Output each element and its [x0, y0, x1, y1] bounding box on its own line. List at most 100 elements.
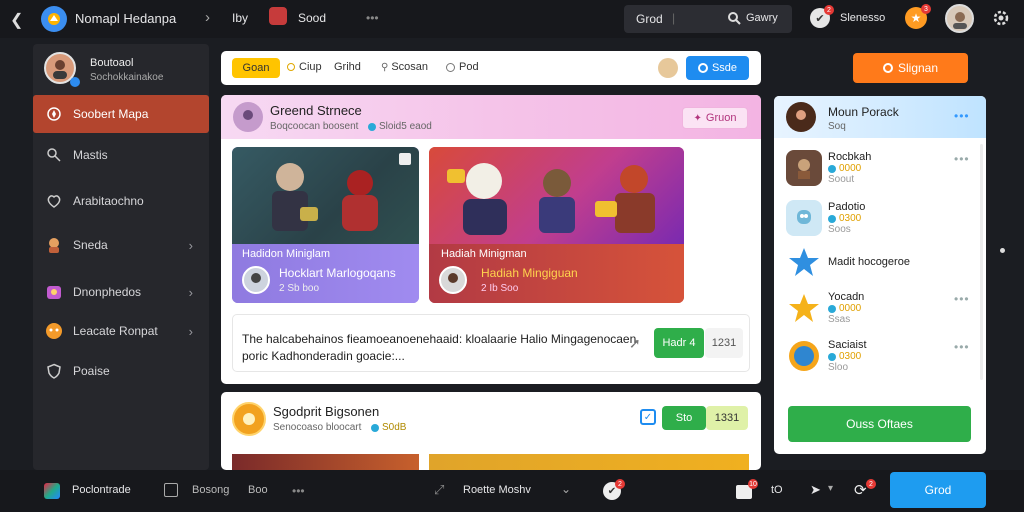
list-item-amount-value: 0300	[839, 351, 862, 362]
sidebar-item-dnonphedos[interactable]: Dnonphedos ›	[33, 273, 209, 311]
feed-card-2-title: Sgodprit Bigsonen	[273, 404, 380, 419]
chevron-down-icon[interactable]: ⌄	[561, 482, 571, 496]
game-card-avatar	[439, 265, 467, 294]
checkbox-icon[interactable]: ✓	[640, 409, 656, 425]
sidebar-item-soobert-mapa[interactable]: Soobert Mapa	[33, 95, 209, 133]
app-icon[interactable]	[44, 483, 60, 499]
right-panel-cta-button[interactable]: Ouss Oftaes	[788, 406, 971, 442]
blue-star-icon	[786, 244, 822, 280]
list-item-subtitle: Soos	[828, 224, 851, 235]
list-item[interactable]: Padotio 0300 Soos	[774, 194, 986, 242]
user-avatar[interactable]	[945, 4, 974, 33]
trophy-button[interactable]: ★ 3	[905, 4, 931, 29]
knight-icon	[786, 150, 822, 186]
breadcrumb-item-2[interactable]: Sood	[298, 11, 326, 25]
bottom-tab-2[interactable]: Boo	[248, 484, 268, 496]
more-icon[interactable]: •••	[954, 152, 970, 166]
refresh-badge: 2	[866, 479, 876, 489]
filter-bar: Goan Ciup Grihd ⚲ Scosan Pod Ssde	[221, 51, 761, 85]
more-icon[interactable]: •••	[292, 484, 305, 498]
feed-card-2-stat: S0dB	[371, 422, 406, 433]
search-input[interactable]: Gawry	[746, 12, 778, 24]
profile-subtitle: Sochokkainakoe	[90, 72, 164, 83]
pin-icon[interactable]: ➤	[810, 482, 821, 498]
chevron-down-icon[interactable]: ▾	[828, 483, 833, 494]
chevron-left-icon[interactable]: ❮	[10, 10, 23, 30]
sidebar-item-leacate-ronpat[interactable]: Leacate Ronpat ›	[33, 312, 209, 350]
chevron-right-icon: ›	[188, 284, 193, 300]
search-scope[interactable]: Grod	[636, 12, 663, 26]
bottom-tab-1[interactable]: Bosong	[192, 484, 229, 496]
notification-badge: 2	[824, 5, 834, 15]
feed-card-action[interactable]: ✦ Gruon	[682, 107, 748, 129]
search-box[interactable]: Grod | Gawry	[624, 5, 792, 33]
scrollbar[interactable]	[980, 144, 983, 380]
game-card-name: Hadiah Mingiguan	[481, 265, 578, 280]
game-thumbnail-icon	[269, 7, 287, 25]
bottom-center-label[interactable]: Roette Moshv	[463, 484, 531, 496]
notification-button[interactable]: ✔ 2	[810, 5, 834, 28]
sparkle-icon: ✦	[693, 112, 702, 124]
list-item-title: Padotio	[828, 201, 866, 213]
list-item[interactable]: Madit hocogeroe	[774, 240, 986, 284]
panel-avatar[interactable]	[786, 102, 816, 132]
sidebar-item-mastis[interactable]: Mastis	[33, 136, 209, 174]
filter-chip-grihd[interactable]: Grihd	[334, 61, 361, 73]
more-icon[interactable]: •••	[954, 340, 970, 354]
coin-icon	[828, 352, 836, 361]
primary-action-button[interactable]: Slignan	[853, 53, 968, 83]
filter-chip-ciup[interactable]: Ciup	[287, 61, 322, 73]
game-card-artwork	[429, 147, 684, 244]
list-item-amount: 0300	[828, 351, 867, 362]
more-icon[interactable]: •••	[366, 11, 379, 25]
filter-chip-scosan[interactable]: ⚲ Scosan	[381, 61, 428, 73]
more-icon[interactable]: •••	[954, 109, 970, 123]
cursor-icon: ⤢	[434, 482, 445, 497]
feed-card-subtitle: Boqcoocan boosent	[270, 121, 359, 132]
sidebar-item-poaise[interactable]: Poaise	[33, 352, 209, 390]
compass-icon	[45, 105, 63, 123]
settings-gear-icon[interactable]	[992, 9, 1010, 30]
game-card-preview[interactable]	[429, 454, 749, 470]
search-divider: |	[672, 11, 676, 25]
bottom-main-button[interactable]: Grod	[890, 472, 986, 508]
list-item[interactable]: Yocadn 0000 Ssas •••	[774, 284, 986, 332]
feed-card-stat-value: Sloid5 eaod	[379, 121, 432, 132]
list-item[interactable]: Saciaist 0300 Sloo •••	[774, 332, 986, 380]
search-person-icon	[45, 146, 63, 164]
filter-action-label: Ssde	[711, 62, 738, 74]
square-icon[interactable]	[164, 483, 178, 497]
right-panel: Moun Porack Soq ••• Rocbkah 0000 Soout •…	[774, 96, 986, 454]
list-item-title: Saciaist	[828, 339, 867, 351]
description-text-2: poric Kadhonderadin goacie:...	[242, 349, 405, 363]
page-indicator-dot[interactable]	[1000, 248, 1005, 253]
list-item[interactable]: Rocbkah 0000 Soout •••	[774, 144, 986, 192]
list-item-subtitle: Soout	[828, 174, 855, 185]
online-status-icon	[70, 77, 80, 87]
sidebar: Boutoaol Sochokkainakoe Soobert Mapa Mas…	[33, 44, 209, 470]
filter-chip-pod[interactable]: Pod	[446, 61, 479, 73]
user-label[interactable]: Slenesso	[840, 12, 885, 24]
game-card[interactable]: Hadidon Miniglam Hocklart Marlogoqans 2 …	[232, 147, 419, 303]
character-avatar-icon[interactable]	[658, 58, 678, 78]
more-icon[interactable]: •••	[954, 292, 970, 306]
list-item-subtitle: Sloo	[828, 362, 849, 373]
author-avatar[interactable]	[233, 102, 263, 132]
bookmark-icon[interactable]	[399, 153, 411, 165]
game-card[interactable]: Hadiah Minigman Hadiah Mingiguan 2 Ib So…	[429, 147, 684, 303]
breadcrumb-item[interactable]: Iby	[232, 11, 248, 25]
sidebar-item-arabitaochno[interactable]: Arabitaochno	[33, 182, 209, 220]
game-card-preview[interactable]	[232, 454, 419, 470]
feed-card-2-stat-button[interactable]: Sto	[662, 406, 706, 430]
circle-icon	[287, 63, 295, 71]
inbox-button[interactable]: 10	[736, 479, 758, 500]
sidebar-item-sneda[interactable]: Sneda ›	[33, 226, 209, 264]
search-icon[interactable]	[727, 11, 741, 28]
refresh-button[interactable]: ⟳ 2	[854, 479, 876, 500]
bottom-left-label[interactable]: Poclontrade	[72, 484, 131, 496]
share-arrow-icon[interactable]: ➚	[629, 335, 641, 352]
filter-chip-active[interactable]: Goan	[232, 58, 280, 78]
bottom-notification-button[interactable]: ✔ 2	[603, 479, 625, 500]
description-button[interactable]: Hadr 4	[654, 328, 704, 358]
filter-action-button[interactable]: Ssde	[686, 56, 749, 80]
